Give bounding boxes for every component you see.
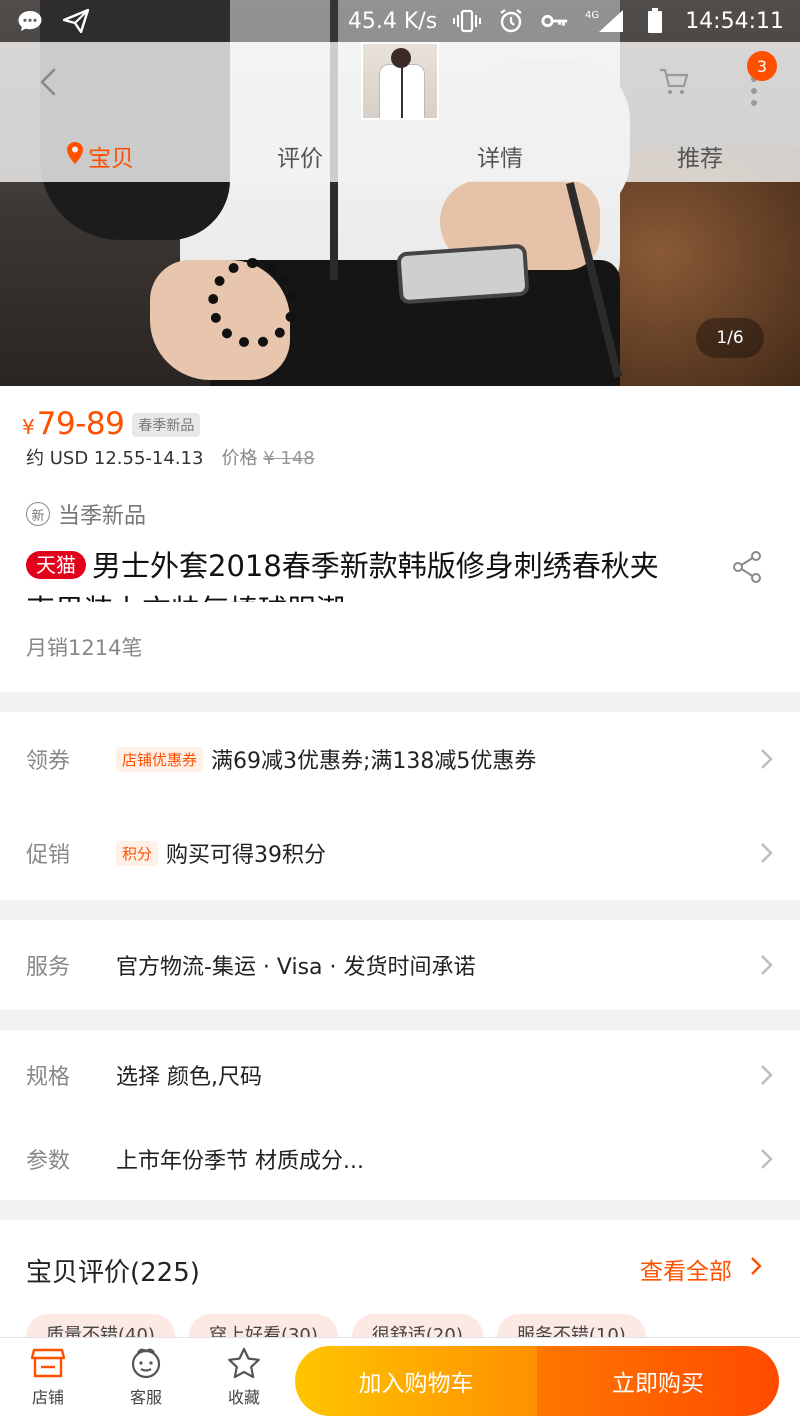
- tab-item-label: 宝贝: [88, 146, 134, 172]
- monthly-sales: 月销1214笔: [26, 636, 143, 660]
- original-price: 价格 ¥ 148: [221, 444, 314, 470]
- vibrate-icon: [453, 7, 482, 35]
- customer-service-button[interactable]: 客服: [111, 1346, 181, 1416]
- usd-row: 约 USD 12.55-14.13 价格 ¥ 148: [26, 444, 315, 470]
- tab-reviews-label: 评价: [277, 146, 323, 172]
- original-price-label: 价格: [221, 448, 258, 469]
- view-all-reviews-link[interactable]: 查看全部: [640, 1252, 762, 1286]
- spec-label: 规格: [26, 1065, 71, 1090]
- network-speed: 45.4 K/s: [347, 8, 438, 34]
- buy-now-button[interactable]: 立即购买: [537, 1346, 779, 1416]
- location-pin-icon: [66, 141, 84, 171]
- signal-icon: 4G: [585, 7, 625, 35]
- store-icon: [30, 1346, 66, 1380]
- promo-text: 购买可得39积分: [166, 843, 327, 868]
- tab-details[interactable]: 详情: [400, 130, 600, 182]
- tab-details-label: 详情: [477, 146, 523, 172]
- chevron-right-icon: [758, 1147, 776, 1171]
- back-icon[interactable]: [28, 62, 68, 102]
- top-nav: 3 宝贝 评价 详情 推荐: [0, 42, 800, 182]
- tab-reviews[interactable]: 评价: [200, 130, 400, 182]
- price-row: ¥ 79-89 春季新品: [22, 406, 201, 442]
- price-range: 79-89: [36, 406, 125, 442]
- service-card: 服务 官方物流-集运 · Visa · 发货时间承诺: [0, 920, 800, 1010]
- star-icon: [226, 1346, 262, 1380]
- params-label: 参数: [26, 1149, 71, 1174]
- cart-count-badge: 3: [747, 51, 777, 81]
- service-row[interactable]: 服务 官方物流-集运 · Visa · 发货时间承诺: [0, 920, 800, 1010]
- spec-text: 选择 颜色,尺码: [116, 1065, 262, 1090]
- vpn-key-icon: [541, 7, 569, 35]
- view-all-label: 查看全部: [640, 1259, 732, 1285]
- product-title-text: 男士外套2018春季新款韩版修身刺绣春秋夹克男装上衣帅气棒球服潮: [26, 549, 659, 602]
- params-row[interactable]: 参数 上市年份季节 材质成分...: [0, 1114, 800, 1204]
- reviews-title: 宝贝评价(225): [26, 1258, 200, 1288]
- coupon-text: 满69减3优惠券;满138减5优惠券: [211, 749, 537, 774]
- price-tag: 春季新品: [132, 413, 201, 437]
- coupon-row[interactable]: 领券 店铺优惠券 满69减3优惠券;满138减5优惠券: [0, 714, 800, 804]
- product-thumbnail[interactable]: [361, 42, 439, 120]
- spec-row[interactable]: 规格 选择 颜色,尺码: [0, 1030, 800, 1120]
- tab-recommend[interactable]: 推荐: [600, 130, 800, 182]
- battery-icon: [641, 7, 669, 35]
- image-phone: [396, 243, 530, 305]
- tab-item[interactable]: 宝贝: [0, 130, 200, 182]
- section-tabs: 宝贝 评价 详情 推荐: [0, 130, 800, 182]
- points-tag: 积分: [116, 840, 159, 866]
- favorite-button[interactable]: 收藏: [209, 1346, 279, 1416]
- coupon-promo-card: 领券 店铺优惠券 满69减3优惠券;满138减5优惠券 促销 积分 购买可得39…: [0, 712, 800, 900]
- coupon-tag: 店铺优惠券: [116, 746, 204, 772]
- chevron-right-icon: [758, 953, 776, 977]
- spec-card: 规格 选择 颜色,尺码 参数 上市年份季节 材质成分...: [0, 1030, 800, 1200]
- chevron-right-icon: [750, 1256, 762, 1282]
- service-label: 服务: [26, 955, 71, 980]
- add-to-cart-button[interactable]: 加入购物车: [295, 1346, 537, 1416]
- promo-row[interactable]: 促销 积分 购买可得39积分: [0, 808, 800, 898]
- promo-value: 积分 购买可得39积分: [116, 837, 326, 869]
- image-pager: 1/6: [696, 318, 764, 358]
- cart-icon[interactable]: [656, 64, 692, 100]
- coupon-value: 店铺优惠券 满69减3优惠券;满138减5优惠券: [116, 743, 536, 775]
- service-text: 官方物流-集运 · Visa · 发货时间承诺: [116, 955, 476, 980]
- alarm-icon: [497, 7, 525, 35]
- chevron-right-icon: [758, 747, 776, 771]
- thumbnail-head: [391, 48, 411, 68]
- shop-button[interactable]: 店铺: [13, 1346, 83, 1416]
- send-icon: [62, 7, 90, 35]
- params-text: 上市年份季节 材质成分...: [116, 1149, 364, 1174]
- thumbnail-zipper: [401, 66, 403, 118]
- shop-label: 店铺: [31, 1388, 64, 1407]
- chevron-right-icon: [758, 1063, 776, 1087]
- product-title: 天猫男士外套2018春季新款韩版修身刺绣春秋夹克男装上衣帅气棒球服潮: [26, 544, 686, 602]
- product-info-card: ¥ 79-89 春季新品 约 USD 12.55-14.13 价格 ¥ 148 …: [0, 386, 800, 692]
- favorite-label: 收藏: [227, 1388, 260, 1407]
- image-bracelet: [208, 258, 298, 348]
- status-bar: 45.4 K/s 4G 14:54:11: [0, 0, 800, 42]
- cta-group: 加入购物车 立即购买: [295, 1346, 779, 1416]
- bottom-action-bar: 店铺 客服 收藏 加入购物车 立即购买: [0, 1337, 800, 1422]
- new-season-label: 当季新品: [58, 504, 147, 529]
- chat-bubble-icon: [16, 7, 44, 35]
- new-season-row: 新 当季新品: [26, 498, 146, 530]
- currency-symbol: ¥: [22, 415, 35, 439]
- chevron-right-icon: [758, 841, 776, 865]
- coupon-label: 领券: [26, 749, 71, 774]
- promo-label: 促销: [26, 843, 71, 868]
- share-icon[interactable]: [730, 548, 764, 586]
- original-price-value: ¥ 148: [263, 448, 315, 469]
- customer-service-icon: [128, 1346, 164, 1380]
- tmall-badge: 天猫: [26, 551, 86, 579]
- customer-service-label: 客服: [129, 1388, 162, 1407]
- clock: 14:54:11: [685, 8, 784, 34]
- network-type: 4G: [585, 10, 599, 21]
- tab-recommend-label: 推荐: [677, 146, 723, 172]
- new-badge-icon: 新: [26, 502, 50, 526]
- usd-price: 约 USD 12.55-14.13: [26, 448, 204, 469]
